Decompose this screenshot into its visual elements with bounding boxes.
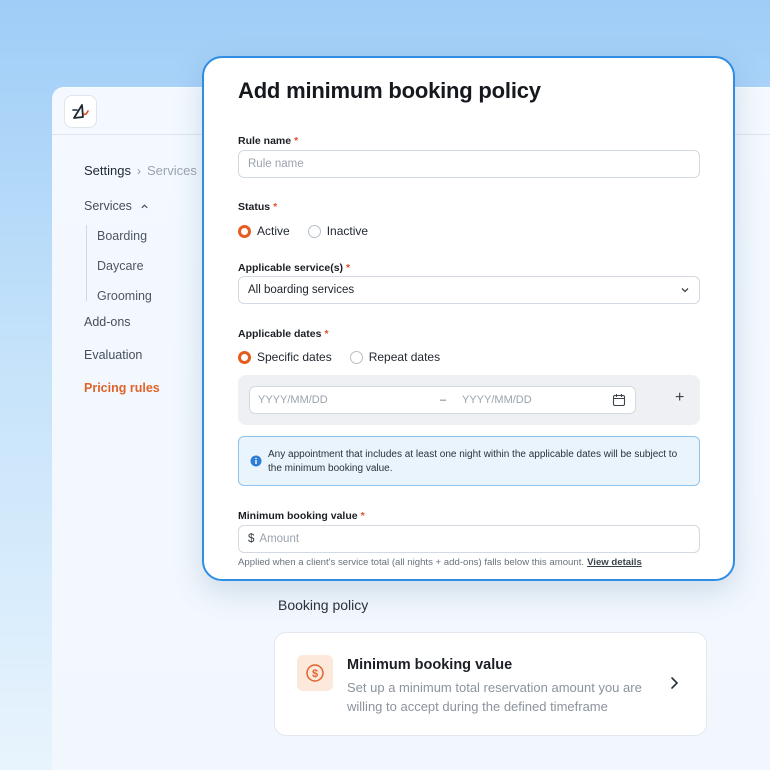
view-details-link[interactable]: View details xyxy=(587,557,642,568)
breadcrumb-settings[interactable]: Settings xyxy=(84,163,131,178)
status-radio-group: Active Inactive xyxy=(238,224,368,238)
radio-unselected-icon xyxy=(307,224,321,238)
date-range-row: YYYY/MM/DD – YYYY/MM/DD + xyxy=(238,375,700,425)
add-policy-modal: Add minimum booking policy Rule name * Ru… xyxy=(202,56,735,581)
rule-name-placeholder: Rule name xyxy=(248,158,304,170)
date-range-input[interactable]: YYYY/MM/DD – YYYY/MM/DD xyxy=(249,386,636,414)
services-select[interactable]: All boarding services xyxy=(238,276,700,304)
minimum-booking-value-card[interactable]: $ Minimum booking value Set up a minimum… xyxy=(274,632,707,736)
start-date-placeholder: YYYY/MM/DD xyxy=(258,394,328,406)
chevron-right-icon xyxy=(671,677,679,689)
repeat-dates-radio[interactable]: Repeat dates xyxy=(349,350,440,364)
rule-name-input[interactable]: Rule name xyxy=(238,150,700,178)
sidebar-item-add-ons[interactable]: Add-ons xyxy=(84,315,131,329)
logo-icon xyxy=(71,103,89,119)
chevron-right-icon: › xyxy=(136,163,141,178)
sidebar-item-services[interactable]: Services xyxy=(84,199,149,213)
calendar-icon[interactable] xyxy=(612,393,626,407)
rule-name-label: Rule name * xyxy=(238,135,299,147)
amount-placeholder: Amount xyxy=(259,533,300,545)
info-text: Any appointment that includes at least o… xyxy=(268,449,678,474)
radio-unselected-icon xyxy=(349,350,363,364)
booking-policy-title: Booking policy xyxy=(278,597,369,613)
sidebar-item-boarding[interactable]: Boarding xyxy=(97,229,147,243)
sidebar-item-pricing-rules[interactable]: Pricing rules xyxy=(84,381,160,395)
modal-title: Add minimum booking policy xyxy=(238,78,541,103)
chevron-down-icon xyxy=(681,288,689,293)
services-value: All boarding services xyxy=(248,284,355,296)
svg-text:$: $ xyxy=(312,668,318,680)
specific-dates-radio[interactable]: Specific dates xyxy=(238,350,332,364)
end-date-placeholder: YYYY/MM/DD xyxy=(462,394,532,406)
add-date-range-button[interactable]: + xyxy=(675,389,684,407)
status-label: Status * xyxy=(238,201,278,213)
min-value-input[interactable]: $ Amount xyxy=(238,525,700,553)
subnav-divider xyxy=(86,225,87,301)
min-value-label: Minimum booking value * xyxy=(238,510,365,522)
sidebar-item-grooming[interactable]: Grooming xyxy=(97,289,152,303)
breadcrumb: Settings › Services xyxy=(84,163,197,178)
min-value-hint: Applied when a client's service total (a… xyxy=(238,557,642,568)
date-separator: – xyxy=(440,394,447,406)
card-title: Minimum booking value xyxy=(347,657,513,673)
sidebar-item-evaluation[interactable]: Evaluation xyxy=(84,348,142,362)
currency-symbol: $ xyxy=(248,533,255,545)
breadcrumb-services: Services xyxy=(146,163,197,178)
chevron-up-icon xyxy=(141,204,149,209)
sidebar-item-label: Services xyxy=(84,199,132,213)
radio-selected-icon xyxy=(238,350,251,364)
dates-label: Applicable dates * xyxy=(238,328,329,340)
sidebar-item-daycare[interactable]: Daycare xyxy=(97,259,144,273)
app-logo[interactable] xyxy=(64,95,97,128)
dollar-coin-icon: $ xyxy=(297,655,333,691)
services-label: Applicable service(s) * xyxy=(238,262,351,274)
info-icon xyxy=(250,455,262,467)
status-inactive-radio[interactable]: Inactive xyxy=(307,224,368,238)
dates-radio-group: Specific dates Repeat dates xyxy=(238,350,440,364)
info-banner: Any appointment that includes at least o… xyxy=(238,436,700,486)
status-active-radio[interactable]: Active xyxy=(238,224,290,238)
card-description: Set up a minimum total reservation amoun… xyxy=(347,680,642,714)
radio-selected-icon xyxy=(238,224,251,238)
